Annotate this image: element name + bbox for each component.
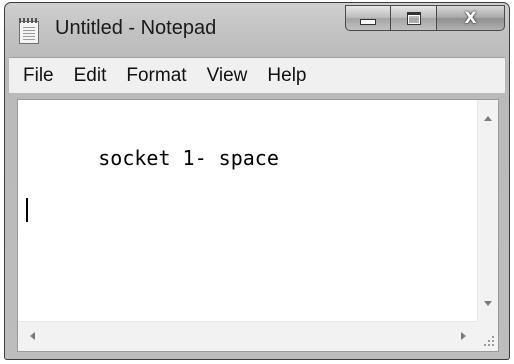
size-grip-icon[interactable] (477, 321, 498, 351)
menu-bar: File Edit Format View Help (9, 57, 505, 93)
minimize-icon (360, 19, 376, 25)
scroll-right-icon[interactable] (461, 332, 466, 340)
menu-file[interactable]: File (15, 63, 62, 89)
close-icon: X (464, 8, 477, 27)
close-button[interactable]: X (437, 5, 505, 31)
text-caret (26, 198, 28, 222)
vertical-scrollbar[interactable] (477, 100, 498, 322)
scroll-up-icon[interactable] (484, 116, 492, 121)
editor-area: socket 1- space (17, 99, 499, 352)
menu-view[interactable]: View (199, 63, 256, 89)
maximize-button[interactable] (391, 5, 437, 31)
menu-edit[interactable]: Edit (66, 63, 115, 89)
minimize-button[interactable] (345, 5, 391, 31)
window-title: Untitled - Notepad (55, 17, 217, 39)
menu-format[interactable]: Format (118, 63, 194, 89)
caption-buttons: X (345, 5, 505, 31)
menu-help[interactable]: Help (259, 63, 314, 89)
horizontal-scrollbar[interactable] (18, 321, 480, 351)
document-text: socket 1- space (98, 146, 279, 170)
scroll-down-icon[interactable] (484, 301, 492, 306)
notepad-icon[interactable] (19, 18, 39, 44)
maximize-icon (406, 11, 421, 25)
title-bar[interactable]: Untitled - Notepad X (5, 3, 509, 57)
text-editor[interactable]: socket 1- space (18, 100, 480, 322)
scroll-left-icon[interactable] (30, 332, 35, 340)
notepad-window: Untitled - Notepad X File Edit Format Vi… (4, 2, 510, 360)
